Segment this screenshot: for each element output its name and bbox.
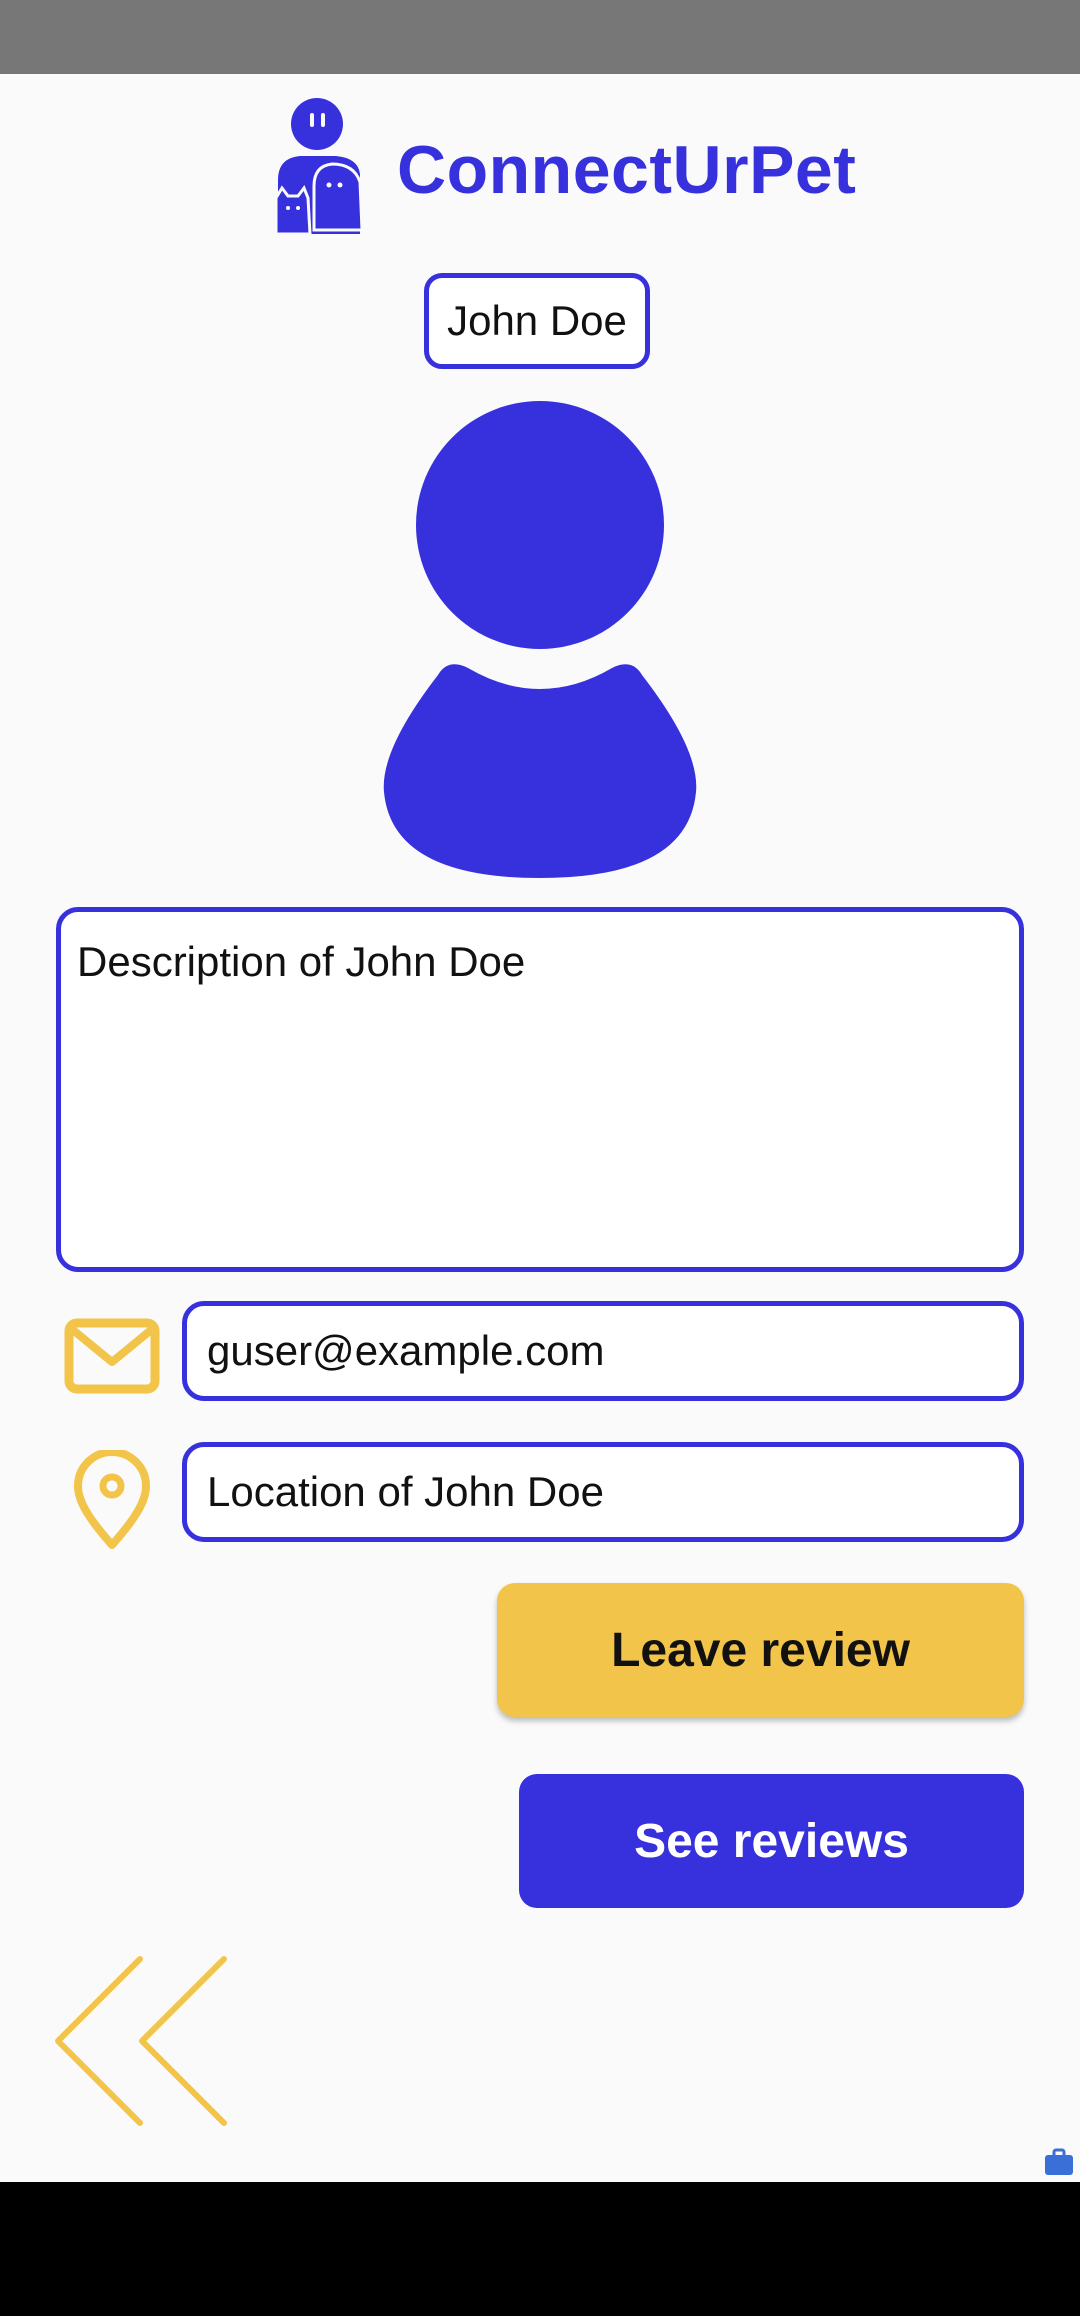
email-field[interactable]: guser@example.com bbox=[182, 1301, 1024, 1401]
envelope-icon bbox=[64, 1318, 160, 1394]
double-chevron-left-icon[interactable] bbox=[54, 1955, 228, 2127]
navigation-bar bbox=[0, 2182, 1080, 2316]
see-reviews-button[interactable]: See reviews bbox=[519, 1774, 1024, 1908]
user-avatar-icon bbox=[383, 401, 697, 878]
app-title: ConnectUrPet bbox=[397, 132, 857, 208]
name-field[interactable]: John Doe bbox=[424, 273, 650, 369]
leave-review-button[interactable]: Leave review bbox=[497, 1583, 1024, 1717]
map-pin-icon bbox=[74, 1450, 150, 1549]
description-field[interactable]: Description of John Doe bbox=[56, 907, 1024, 1272]
briefcase-icon bbox=[1045, 2148, 1073, 2175]
status-bar bbox=[0, 0, 1080, 74]
app-logo-icon bbox=[274, 98, 364, 234]
location-field[interactable]: Location of John Doe bbox=[182, 1442, 1024, 1542]
